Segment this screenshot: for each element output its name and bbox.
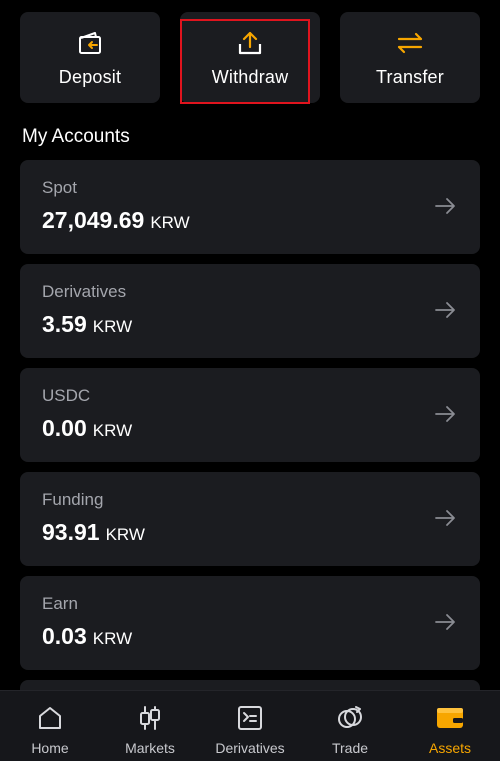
- account-currency: KRW: [92, 629, 133, 648]
- nav-label: Assets: [428, 740, 471, 756]
- nav-label: Derivatives: [215, 740, 285, 756]
- account-amount: 93.91: [42, 519, 100, 545]
- arrow-right-icon: [435, 198, 455, 214]
- account-name: Earn: [42, 594, 78, 613]
- bottom-nav: Home Markets Derivatives Trade Assets: [0, 690, 500, 761]
- nav-item-markets[interactable]: Markets: [100, 691, 200, 761]
- account-balance: 0.03 KRW: [42, 623, 132, 650]
- wallet-icon: [435, 703, 465, 733]
- account-currency: KRW: [105, 525, 145, 544]
- account-balance: 0.00 KRW: [42, 415, 132, 442]
- account-currency: KRW: [92, 421, 133, 440]
- account-name: Spot: [42, 178, 77, 197]
- account-amount: 3.59: [42, 311, 87, 337]
- withdraw-label: Withdraw: [211, 67, 289, 87]
- deposit-label: Deposit: [58, 67, 122, 87]
- account-balance: 27,049.69 KRW: [42, 207, 190, 234]
- account-name: USDC: [42, 386, 91, 405]
- deposit-button[interactable]: Deposit: [20, 12, 160, 103]
- nav-label: Trade: [331, 740, 369, 756]
- home-icon: [35, 703, 65, 733]
- transfer-label: Transfer: [376, 67, 444, 87]
- transfer-button[interactable]: Transfer: [340, 12, 480, 103]
- candlestick-icon: [135, 703, 165, 733]
- transfer-arrows-icon: [395, 28, 425, 58]
- assets-page: Deposit Withdraw Transfer My Accounts Sp…: [0, 0, 500, 761]
- account-name: Funding: [42, 490, 104, 509]
- trade-icon: [335, 703, 365, 733]
- nav-label: Markets: [125, 740, 175, 756]
- nav-item-trade[interactable]: Trade: [300, 691, 400, 761]
- section-title: My Accounts: [22, 126, 130, 147]
- deposit-icon: [75, 28, 105, 58]
- account-card-earn[interactable]: Earn 0.03 KRW: [20, 576, 480, 670]
- upload-icon: [235, 28, 265, 58]
- account-card-usdc[interactable]: USDC 0.00 KRW: [20, 368, 480, 462]
- account-card-spot[interactable]: Spot 27,049.69 KRW: [20, 160, 480, 254]
- derivatives-icon: [235, 703, 265, 733]
- accounts-list: Spot 27,049.69 KRW Derivatives 3.59 KRW …: [20, 160, 480, 761]
- account-amount: 0.00: [42, 415, 87, 441]
- nav-item-assets[interactable]: Assets: [400, 691, 500, 761]
- account-currency: KRW: [150, 213, 190, 232]
- arrow-right-icon: [435, 302, 455, 318]
- arrow-right-icon: [435, 614, 455, 630]
- account-amount: 0.03: [42, 623, 87, 649]
- account-currency: KRW: [92, 317, 133, 336]
- withdraw-button[interactable]: Withdraw: [180, 12, 320, 103]
- account-balance: 3.59 KRW: [42, 311, 132, 338]
- nav-item-derivatives[interactable]: Derivatives: [200, 691, 300, 761]
- quick-actions: Deposit Withdraw Transfer: [20, 12, 480, 104]
- account-name: Derivatives: [42, 282, 127, 301]
- account-amount: 27,049.69: [42, 207, 145, 233]
- account-card-derivatives[interactable]: Derivatives 3.59 KRW: [20, 264, 480, 358]
- nav-item-home[interactable]: Home: [0, 691, 100, 761]
- arrow-right-icon: [435, 510, 455, 526]
- nav-label: Home: [31, 740, 69, 756]
- arrow-right-icon: [435, 406, 455, 422]
- account-balance: 93.91 KRW: [42, 519, 145, 546]
- account-card-funding[interactable]: Funding 93.91 KRW: [20, 472, 480, 566]
